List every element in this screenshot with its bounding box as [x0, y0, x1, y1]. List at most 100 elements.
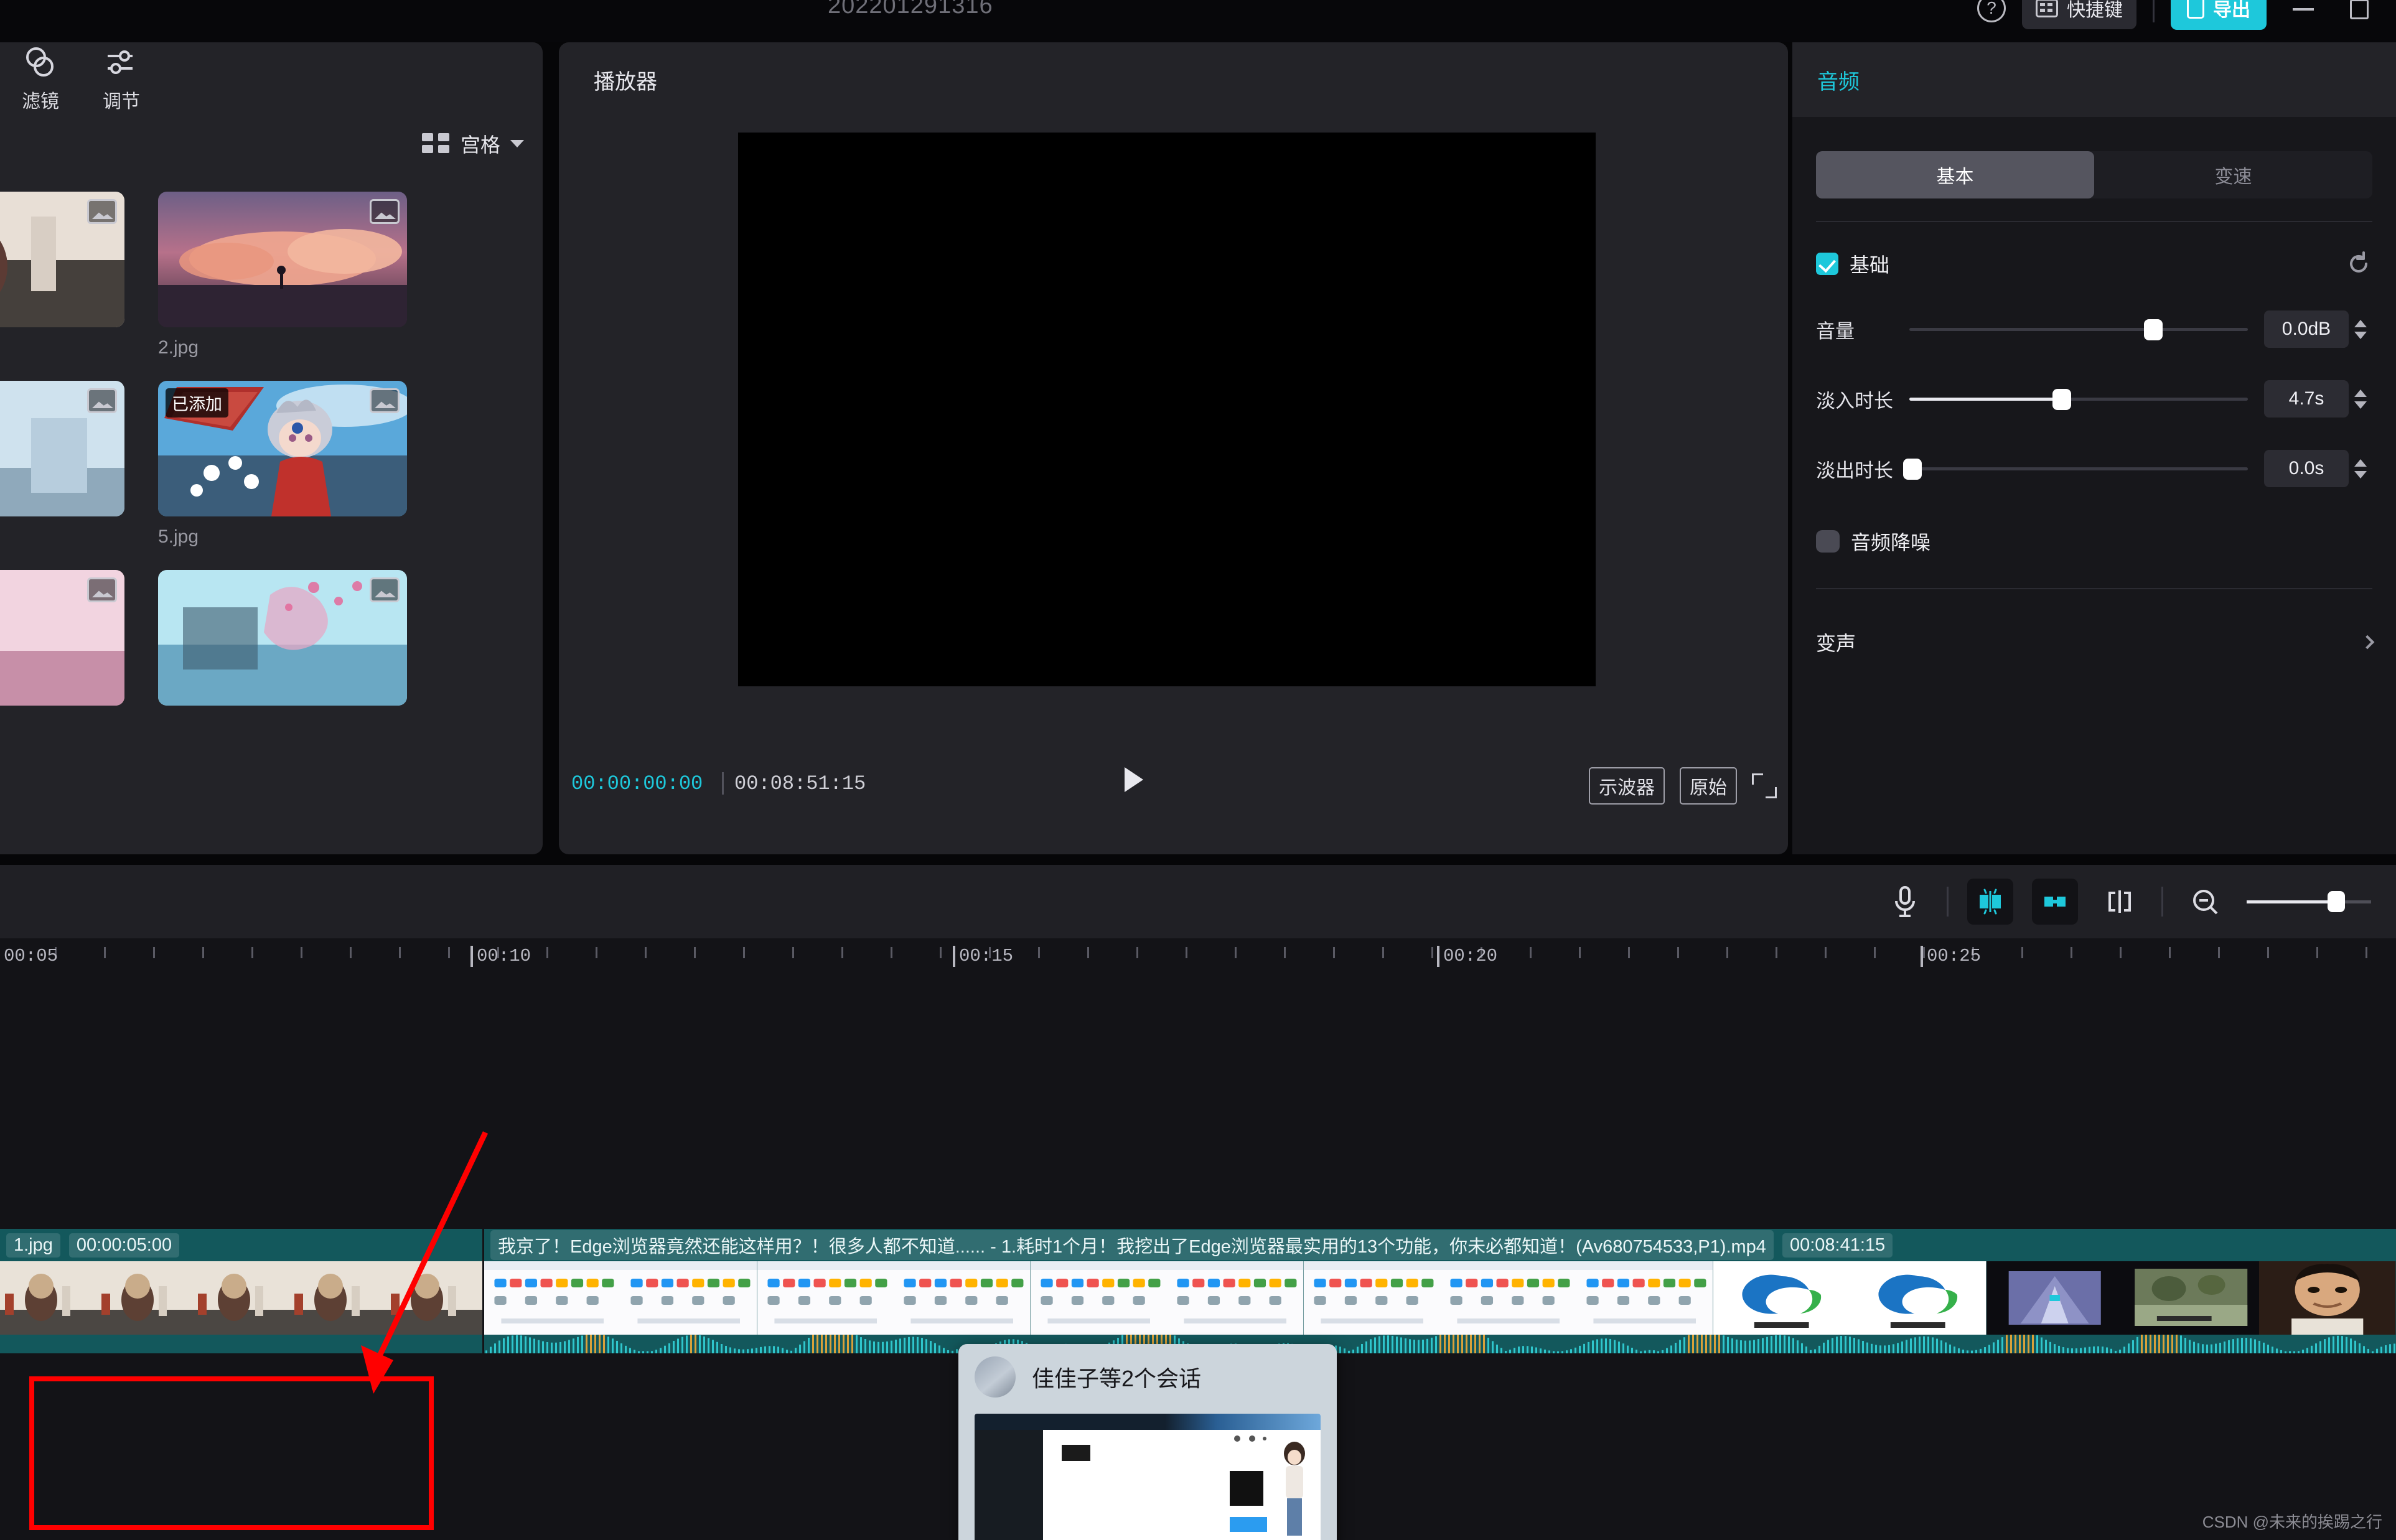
media-thumbnail	[0, 192, 124, 327]
tab-basic[interactable]: 基本	[1816, 151, 2094, 198]
filmstrip-frame	[894, 1261, 1030, 1335]
image-icon	[87, 388, 117, 413]
audio-panel-title: 音频	[1817, 65, 1860, 95]
fade-in-control-row: 淡入时长 4.7s	[1816, 380, 2372, 418]
adjust-sliders-icon	[104, 46, 139, 78]
ruler-tick	[2267, 947, 2269, 958]
fade-in-stepper[interactable]	[2349, 380, 2372, 418]
ruler-tick	[1776, 947, 1777, 958]
tab-speed[interactable]: 变速	[2094, 151, 2372, 198]
snap-magnet-icon[interactable]	[1967, 879, 2013, 925]
split-clip-icon[interactable]	[2097, 879, 2143, 925]
timeline-zoom-slider[interactable]	[2247, 889, 2371, 914]
clip-label: 我京了！Edge浏览器竟然还能这样用？！很多人都不知道...... - 1.耗时…	[490, 1230, 1774, 1260]
fade-out-slider[interactable]	[1909, 456, 2248, 481]
image-icon	[87, 199, 117, 224]
toolbar-divider	[2153, 0, 2155, 22]
chevron-down-icon	[2354, 401, 2367, 409]
microphone-icon[interactable]	[1882, 879, 1928, 925]
ruler-tick	[2218, 947, 2220, 958]
slider-knob[interactable]	[2144, 319, 2163, 340]
media-item[interactable]	[158, 570, 407, 706]
popup-chat-body	[1043, 1430, 1321, 1540]
ruler-major-tick	[1921, 946, 1923, 967]
filmstrip-frame	[757, 1261, 894, 1335]
filmstrip-frame	[620, 1261, 757, 1335]
ruler-tick	[350, 947, 352, 958]
original-button[interactable]: 原始	[1680, 767, 1737, 805]
media-item[interactable]	[0, 381, 124, 548]
media-thumbnail	[158, 192, 407, 327]
library-view-label: 宫格	[461, 129, 500, 158]
ruler-tick	[1677, 947, 1679, 958]
slider-knob[interactable]	[2052, 389, 2071, 410]
maximize-button[interactable]	[2340, 0, 2379, 21]
reset-icon[interactable]	[2345, 250, 2372, 278]
denoise-toggle[interactable]	[1816, 530, 1840, 553]
timeline-ruler[interactable]: 00:0500:1000:1500:2000:25	[0, 938, 2396, 977]
shortcuts-label: 快捷键	[2067, 0, 2123, 22]
filmstrip-frame	[1031, 1261, 1167, 1335]
media-filename: 2.jpg	[158, 337, 407, 358]
slider-knob[interactable]	[1903, 459, 1922, 480]
fullscreen-icon[interactable]	[1752, 773, 1777, 798]
tool-tab-filter[interactable]: 滤镜	[0, 46, 81, 113]
ruler-tick	[1874, 947, 1876, 958]
minimize-icon	[2293, 8, 2314, 11]
player-panel: 播放器 00:00:00:00 00:08:51:15 示波器 原始	[559, 42, 1788, 854]
shortcuts-button[interactable]: 快捷键	[2022, 0, 2136, 29]
chat-preview-popup[interactable]: 佳佳子等2个会话	[958, 1344, 1337, 1540]
slider-knob[interactable]	[2328, 891, 2345, 912]
popup-sidebar	[975, 1430, 1043, 1540]
media-item[interactable]	[0, 192, 124, 358]
volume-slider[interactable]	[1909, 317, 2248, 342]
filmstrip-frame	[2259, 1261, 2395, 1335]
ruler-tick	[1628, 947, 1630, 958]
ruler-tick	[1038, 947, 1040, 958]
tool-tabs: 滤镜 调节	[0, 42, 162, 117]
fade-out-value[interactable]: 0.0s	[2264, 450, 2349, 487]
media-filename: 5.jpg	[158, 526, 407, 548]
clip-duration: 00:08:41:15	[1782, 1233, 1893, 1258]
ruler-tick	[694, 947, 696, 958]
tool-tab-adjust[interactable]: 调节	[81, 46, 162, 113]
library-view-selector[interactable]: 宫格	[422, 129, 524, 158]
denoise-row[interactable]: 音频降噪	[1816, 527, 2372, 556]
fade-in-slider[interactable]	[1909, 386, 2248, 411]
play-icon[interactable]	[1125, 767, 1143, 792]
current-timecode[interactable]: 00:00:00:00	[571, 772, 703, 795]
filmstrip-frame	[1304, 1261, 1440, 1335]
volume-value[interactable]: 0.0dB	[2264, 310, 2349, 348]
voice-change-row[interactable]: 变声	[1816, 628, 2372, 656]
slider-fill	[2247, 900, 2336, 903]
filmstrip-frame	[96, 1261, 193, 1335]
help-circle-icon[interactable]: ?	[1977, 0, 2006, 22]
volume-stepper[interactable]	[2349, 310, 2372, 348]
ruler-tick	[104, 947, 106, 958]
filmstrip-frame	[1987, 1261, 2123, 1335]
player-header: 播放器	[559, 42, 1788, 117]
link-clips-icon[interactable]	[2032, 879, 2078, 925]
ruler-tick	[301, 947, 302, 958]
chevron-up-icon	[2354, 390, 2367, 397]
fade-in-value[interactable]: 4.7s	[2264, 380, 2349, 418]
fade-out-stepper[interactable]	[2349, 450, 2372, 487]
media-item[interactable]: 已添加 5.jpg	[158, 381, 407, 548]
export-icon	[2187, 0, 2204, 19]
export-button[interactable]: 导出	[2171, 0, 2267, 30]
zoom-out-icon[interactable]	[2182, 879, 2228, 925]
basic-section-header: 基础	[1816, 250, 2372, 278]
ruler-major-tick	[470, 946, 473, 967]
media-item[interactable]	[0, 570, 124, 706]
video-preview-stage[interactable]	[738, 133, 1596, 686]
ruler-label: 00:20	[1443, 946, 1497, 966]
filmstrip-frame	[193, 1261, 289, 1335]
minimize-button[interactable]	[2283, 0, 2324, 21]
ruler-tick	[1087, 947, 1089, 958]
media-item[interactable]: 2.jpg	[158, 192, 407, 358]
scope-button[interactable]: 示波器	[1589, 767, 1665, 805]
ruler-tick	[1186, 947, 1187, 958]
basic-section-checkbox[interactable]	[1816, 253, 1838, 275]
video-clip[interactable]: 我京了！Edge浏览器竟然还能这样用？！很多人都不知道...... - 1.耗时…	[484, 1229, 2396, 1353]
ruler-tick	[2021, 947, 2023, 958]
